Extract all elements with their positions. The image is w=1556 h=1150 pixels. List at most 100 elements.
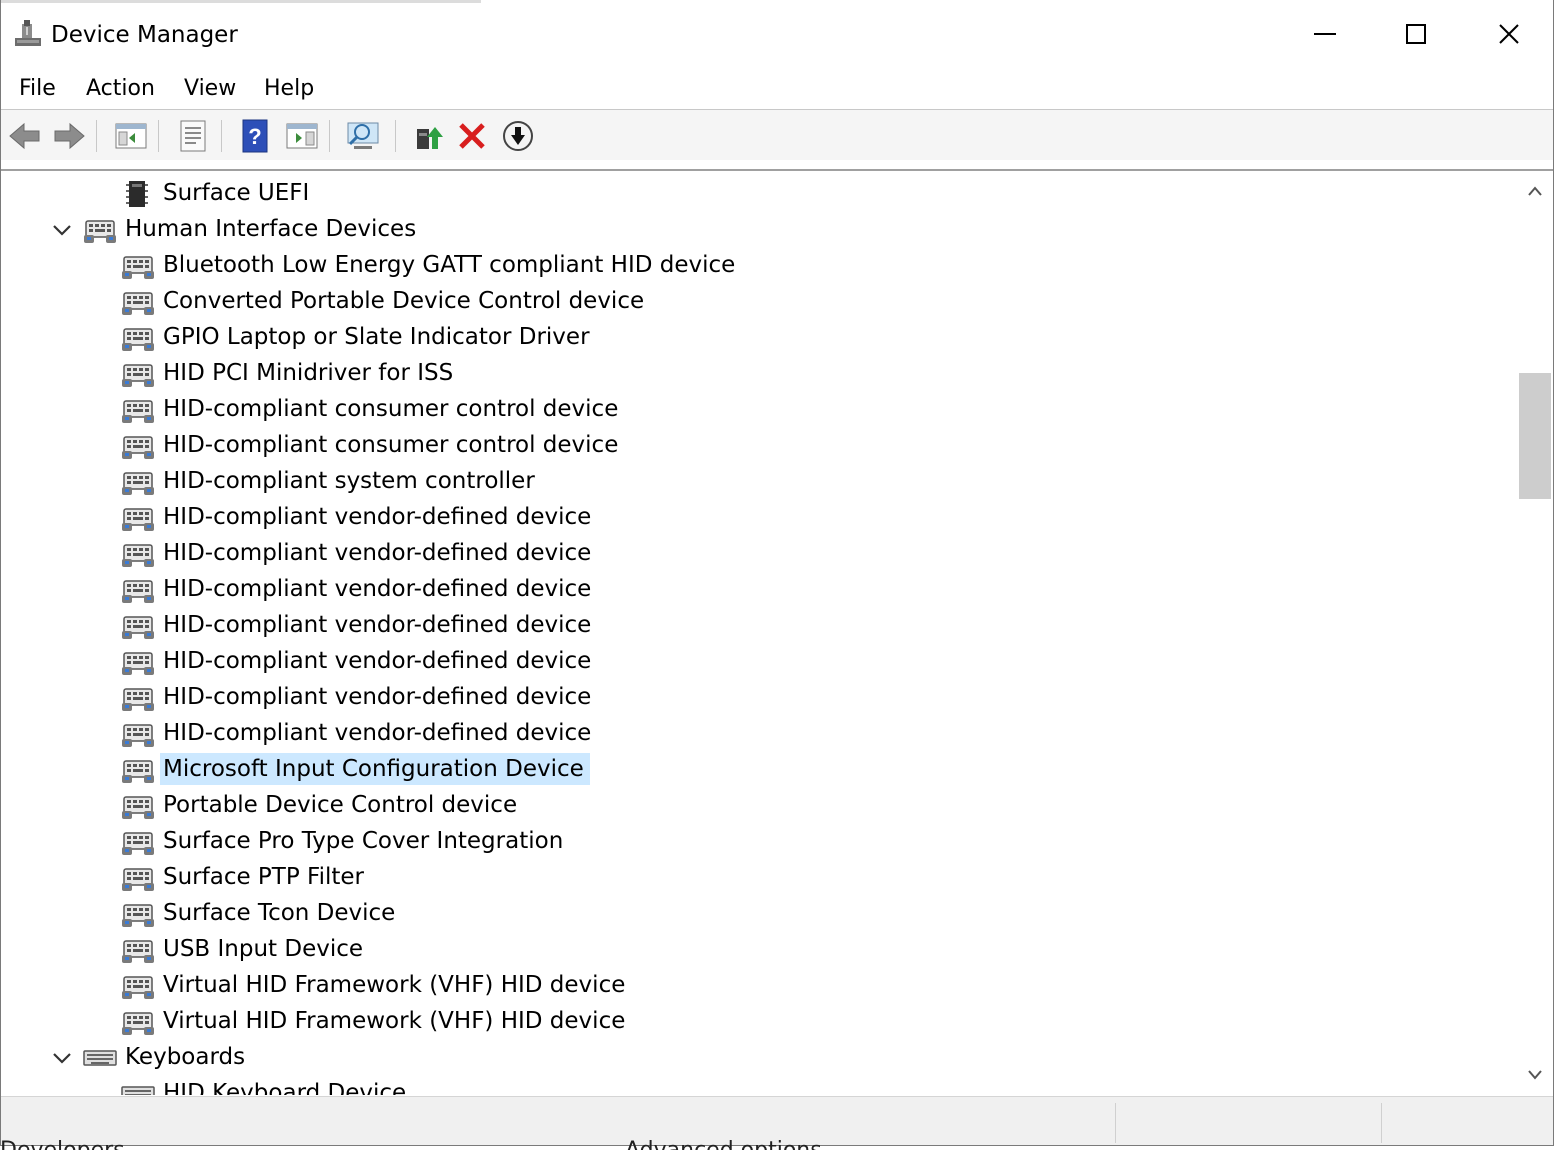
- tree-item[interactable]: HID-compliant vendor-defined device: [1, 571, 1501, 607]
- hid-icon: [121, 611, 155, 641]
- tree-item[interactable]: Converted Portable Device Control device: [1, 283, 1501, 319]
- show-action-pane-button[interactable]: [284, 118, 320, 154]
- tree-item[interactable]: HID-compliant vendor-defined device: [1, 535, 1501, 571]
- tree-item-label: Surface UEFI: [163, 180, 310, 206]
- toolbar: ?: [1, 110, 1553, 160]
- tree-item-label: Microsoft Input Configuration Device: [160, 753, 590, 785]
- forward-arrow-icon: [54, 122, 85, 150]
- update-driver-icon: [417, 127, 443, 149]
- tree-item[interactable]: Virtual HID Framework (VHF) HID device: [1, 967, 1501, 1003]
- tree-item-label: Surface Pro Type Cover Integration: [163, 828, 564, 854]
- help-button[interactable]: ?: [237, 118, 273, 154]
- toolbar-separator: [329, 120, 330, 152]
- show-action-pane-icon: [286, 123, 318, 149]
- background-window-text: Advanced options: [625, 1138, 822, 1150]
- back-button[interactable]: [7, 118, 43, 154]
- hid-icon: [121, 755, 155, 785]
- tree-item-label: Human Interface Devices: [125, 216, 417, 242]
- scrollbar-thumb[interactable]: [1519, 373, 1551, 499]
- hid-icon: [121, 647, 155, 677]
- tree-item[interactable]: USB Input Device: [1, 931, 1501, 967]
- tree-item-label: Virtual HID Framework (VHF) HID device: [163, 972, 626, 998]
- hid-icon: [121, 971, 155, 1001]
- maximize-button[interactable]: [1393, 12, 1439, 56]
- scroll-down-button[interactable]: [1525, 1065, 1545, 1085]
- uninstall-device-button[interactable]: [454, 118, 490, 154]
- tree-item[interactable]: HID-compliant vendor-defined device: [1, 679, 1501, 715]
- tree-item-label: HID-compliant vendor-defined device: [163, 720, 592, 746]
- tree-item[interactable]: Microsoft Input Configuration Device: [1, 751, 1501, 787]
- scroll-up-button[interactable]: [1525, 181, 1545, 201]
- hid-icon: [121, 539, 155, 569]
- show-hide-console-tree-button[interactable]: [113, 118, 149, 154]
- tree-item[interactable]: Virtual HID Framework (VHF) HID device: [1, 1003, 1501, 1039]
- tree-item[interactable]: HID PCI Minidriver for ISS: [1, 355, 1501, 391]
- background-window-text: Developers: [0, 1138, 125, 1150]
- disable-device-button[interactable]: [500, 118, 536, 154]
- tree-item[interactable]: Surface UEFI: [1, 175, 1501, 211]
- uninstall-device-icon: [459, 123, 485, 149]
- tree-item[interactable]: HID-compliant consumer control device: [1, 427, 1501, 463]
- tree-item-label: Keyboards: [125, 1044, 246, 1070]
- hid-icon: [121, 503, 155, 533]
- tree-item[interactable]: GPIO Laptop or Slate Indicator Driver: [1, 319, 1501, 355]
- hid-icon: [121, 359, 155, 389]
- tree-category[interactable]: Keyboards: [1, 1039, 1501, 1075]
- toolbar-separator: [96, 120, 97, 152]
- close-button[interactable]: [1486, 12, 1532, 56]
- device-tree[interactable]: Surface UEFI Human Interface Devices Bluet…: [1, 171, 1517, 1095]
- tree-item[interactable]: Portable Device Control device: [1, 787, 1501, 823]
- hid-icon: [121, 575, 155, 605]
- tree-item-label: Portable Device Control device: [163, 792, 518, 818]
- help-icon: ?: [242, 119, 268, 153]
- chevron-down-icon[interactable]: [51, 1047, 73, 1069]
- toolbar-separator: [158, 120, 159, 152]
- toolbar-separator: [395, 120, 396, 152]
- hid-icon: [121, 935, 155, 965]
- tree-item[interactable]: Surface Tcon Device: [1, 895, 1501, 931]
- title-bar[interactable]: Device Manager: [1, 0, 1553, 66]
- hid-icon: [121, 467, 155, 497]
- device-manager-app-icon: [13, 18, 43, 50]
- firmware-chip-icon: [121, 179, 155, 209]
- tree-item-label: HID-compliant vendor-defined device: [163, 648, 592, 674]
- tree-item[interactable]: HID-compliant vendor-defined device: [1, 499, 1501, 535]
- status-divider: [1381, 1103, 1382, 1143]
- tree-item[interactable]: HID-compliant consumer control device: [1, 391, 1501, 427]
- tree-item[interactable]: Surface Pro Type Cover Integration: [1, 823, 1501, 859]
- tree-item[interactable]: HID-compliant vendor-defined device: [1, 607, 1501, 643]
- tree-item-label: HID-compliant consumer control device: [163, 432, 619, 458]
- menu-action[interactable]: Action: [86, 73, 155, 105]
- tree-category[interactable]: Human Interface Devices: [1, 211, 1501, 247]
- show-hide-console-tree-icon: [115, 123, 147, 149]
- chevron-down-icon[interactable]: [51, 219, 73, 241]
- tree-item[interactable]: HID-compliant system controller: [1, 463, 1501, 499]
- hid-icon: [121, 791, 155, 821]
- tree-item[interactable]: HID-compliant vendor-defined device: [1, 715, 1501, 751]
- tree-item-label: USB Input Device: [163, 936, 364, 962]
- tree-item[interactable]: HID Keyboard Device: [1, 1075, 1501, 1095]
- tree-item[interactable]: HID-compliant vendor-defined device: [1, 643, 1501, 679]
- tree-item-label: GPIO Laptop or Slate Indicator Driver: [163, 324, 590, 350]
- minimize-button[interactable]: [1302, 12, 1348, 56]
- disable-device-icon: [503, 121, 533, 151]
- menu-view[interactable]: View: [184, 73, 236, 105]
- scan-hardware-changes-icon: [347, 122, 379, 149]
- hid-icon: [121, 287, 155, 317]
- vertical-scrollbar[interactable]: [1517, 171, 1553, 1095]
- hid-icon: [83, 215, 117, 245]
- tree-item-label: Surface PTP Filter: [163, 864, 364, 890]
- tree-item[interactable]: Surface PTP Filter: [1, 859, 1501, 895]
- menu-help[interactable]: Help: [264, 73, 314, 105]
- tree-item-label: HID Keyboard Device: [163, 1080, 407, 1095]
- scan-hardware-changes-button[interactable]: [345, 118, 381, 154]
- properties-button[interactable]: [175, 118, 211, 154]
- tree-item-label: HID-compliant vendor-defined device: [163, 684, 592, 710]
- update-driver-button[interactable]: [411, 118, 447, 154]
- chevron-up-icon: [1528, 186, 1542, 196]
- hid-icon: [121, 899, 155, 929]
- forward-button[interactable]: [51, 118, 87, 154]
- tree-item[interactable]: Bluetooth Low Energy GATT compliant HID …: [1, 247, 1501, 283]
- window-title: Device Manager: [51, 22, 238, 48]
- menu-file[interactable]: File: [19, 73, 56, 105]
